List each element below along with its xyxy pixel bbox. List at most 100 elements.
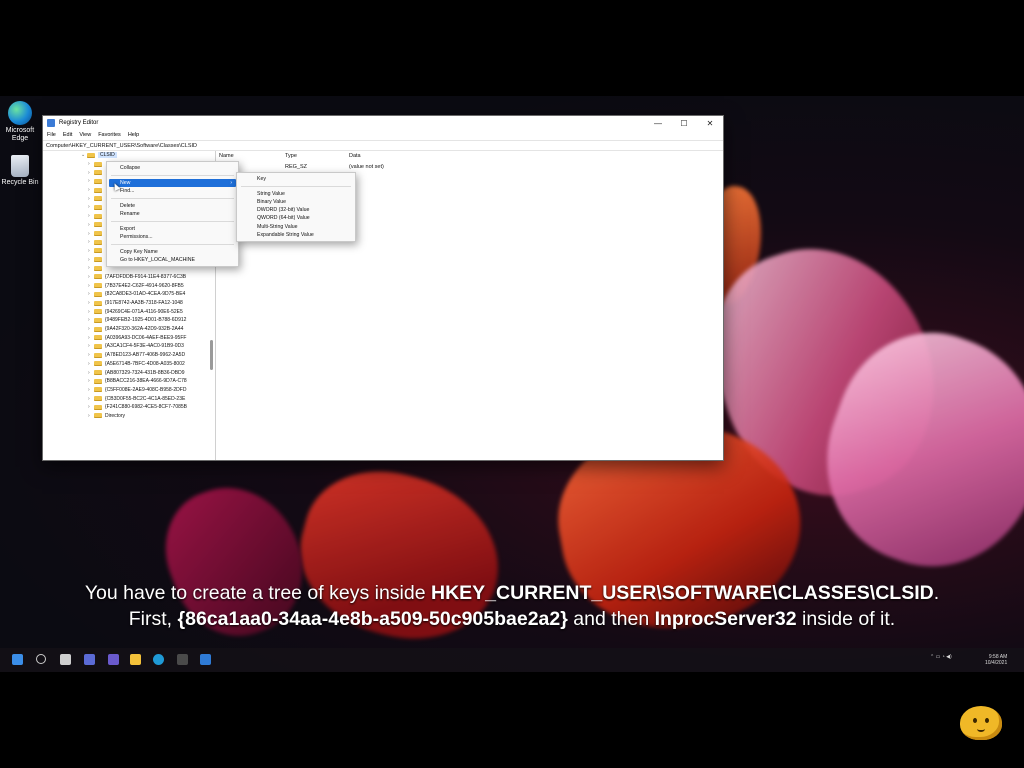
search-icon[interactable]: [36, 654, 46, 664]
folder-icon: [94, 187, 102, 193]
taskbar: ⌃ ▭ ◔ ◀) 9:58 AM 10/4/2021: [0, 648, 1024, 672]
menu-file[interactable]: File: [47, 132, 56, 138]
tray-icons[interactable]: ⌃ ▭ ◔ ◀): [930, 654, 952, 660]
address-path: Computer\HKEY_CURRENT_USER\Software\Clas…: [46, 142, 197, 149]
folder-icon: [94, 404, 102, 410]
folder-icon: [94, 257, 102, 263]
mascot-mouth: [977, 726, 985, 732]
folder-icon: [94, 387, 102, 393]
tray-clock[interactable]: 9:58 AM 10/4/2021: [985, 654, 1007, 666]
tree-node-label: {B8BACC216-38EA-4666-9D7A-C78: [105, 378, 187, 385]
menu-item-delete[interactable]: Delete: [107, 202, 238, 210]
value-data: (value not set): [349, 164, 384, 170]
folder-icon: [94, 370, 102, 376]
tree-node[interactable]: › {F241C880-6982-4CE5-8CF7-7085B: [43, 403, 215, 412]
maximize-button[interactable]: ☐: [671, 116, 697, 130]
desktop-icon-recycle-bin[interactable]: Recycle Bin: [0, 155, 40, 187]
submenu-item-dword[interactable]: DWORD (32-bit) Value: [237, 206, 355, 214]
chat-icon[interactable]: [108, 654, 119, 665]
folder-icon: [94, 326, 102, 332]
caption-text: .: [933, 582, 940, 604]
column-header-data[interactable]: Data: [349, 153, 361, 161]
submenu-item-qword[interactable]: QWORD (64-bit) Value: [237, 214, 355, 222]
value-type: REG_SZ: [285, 164, 308, 170]
tree-node[interactable]: › {CB3D0F55-BC2C-4C1A-85ED-23E: [43, 394, 215, 403]
close-button[interactable]: ✕: [697, 116, 723, 130]
submenu-item-string[interactable]: String Value: [237, 190, 355, 198]
edge-icon: [8, 101, 32, 125]
folder-icon: [94, 239, 102, 245]
submenu-item-multi-string[interactable]: Multi-String Value: [237, 223, 355, 231]
column-header-name[interactable]: Name: [219, 153, 234, 161]
menu-edit[interactable]: Edit: [63, 132, 72, 138]
menu-item-new[interactable]: New ›: [109, 178, 236, 187]
folder-icon: [94, 231, 102, 237]
tree-node-label: {94269C4E-071A-4116-90E6-52E5: [105, 308, 183, 315]
folder-icon: [94, 378, 102, 384]
menu-bar: File Edit View Favorites Help: [43, 130, 723, 140]
edge-icon[interactable]: [153, 654, 164, 665]
menu-item-rename[interactable]: Rename: [107, 210, 238, 218]
tree-node[interactable]: › {AB807329-7324-431B-8B36-DBD9: [43, 368, 215, 377]
tree-node-label: Directory: [105, 412, 126, 419]
tree-node[interactable]: › {917E8742-AA3B-7318-FA12-1048: [43, 299, 215, 308]
tree-node[interactable]: › {A3CA1CF4-5F3E-4AC0-91B9-0D3: [43, 342, 215, 351]
caption-line-1: You have to create a tree of keys inside…: [0, 580, 1024, 606]
scrollbar-thumb[interactable]: [210, 340, 213, 370]
video-caption: You have to create a tree of keys inside…: [0, 580, 1024, 632]
mascot-eye: [985, 718, 989, 723]
menu-item-find[interactable]: Find...: [107, 187, 238, 195]
submenu-item-expandable-string[interactable]: Expandable String Value: [237, 231, 355, 239]
folder-icon: [94, 283, 102, 289]
folder-icon: [94, 222, 102, 228]
tree-node-label: {9A42F320-362A-42D9-932B-2A44: [105, 326, 184, 333]
tree-node[interactable]: › {82CA8DE3-01AD-4CEA-9D75-BE4: [43, 290, 215, 299]
tree-node[interactable]: › {7B37E4E2-C62F-4914-9620-8FB5: [43, 281, 215, 290]
submenu-item-key[interactable]: Key: [237, 175, 355, 183]
menu-item-copy-key-name[interactable]: Copy Key Name: [107, 248, 238, 256]
title-bar[interactable]: Registry Editor — ☐ ✕: [43, 116, 723, 130]
tree-node[interactable]: › {9A42F320-362A-42D9-932B-2A44: [43, 325, 215, 334]
minimize-button[interactable]: —: [645, 116, 671, 130]
tree-node[interactable]: › Directory: [43, 412, 215, 421]
menu-item-export[interactable]: Export: [107, 225, 238, 233]
menu-separator: [241, 185, 351, 187]
caption-registry-path: HKEY_CURRENT_USER\SOFTWARE\CLASSES\CLSID: [431, 582, 934, 604]
folder-icon: [94, 291, 102, 297]
widgets-icon[interactable]: [84, 654, 95, 665]
desktop-icon-edge[interactable]: Microsoft Edge: [0, 101, 40, 143]
tree-node-label: {F241C880-6982-4CE5-8CF7-7085B: [105, 404, 187, 411]
tree-node[interactable]: › {9489FEB2-1925-4D01-B788-6D912: [43, 316, 215, 325]
menu-help[interactable]: Help: [128, 132, 139, 138]
tree-node[interactable]: › {B8BACC216-38EA-4666-9D7A-C78: [43, 377, 215, 386]
tree-node[interactable]: › {A5E6714B-7BFC-4D08-A035-8002: [43, 360, 215, 369]
file-explorer-icon[interactable]: [130, 654, 141, 665]
submenu-item-binary[interactable]: Binary Value: [237, 198, 355, 206]
menu-item-goto-hklm[interactable]: Go to HKEY_LOCAL_MACHINE: [107, 256, 238, 264]
tree-node-label: {917E8742-AA3B-7318-FA12-1048: [105, 300, 183, 307]
window-title: Registry Editor: [59, 120, 99, 126]
menu-favorites[interactable]: Favorites: [98, 132, 121, 138]
tree-node[interactable]: › {A0396A93-DC06-4AEF-BEE9-95FF: [43, 333, 215, 342]
tree-node[interactable]: › {7AFDFDDB-F914-11E4-8377-6C3B: [43, 273, 215, 282]
tree-node-label: {AB807329-7324-431B-8B36-DBD9: [105, 369, 185, 376]
menu-view[interactable]: View: [79, 132, 91, 138]
tree-node[interactable]: › {A78ED123-AB77-406B-9962-2A5D: [43, 351, 215, 360]
address-bar[interactable]: Computer\HKEY_CURRENT_USER\Software\Clas…: [43, 140, 723, 151]
tree-node-label: {A3CA1CF4-5F3E-4AC0-91B9-0D3: [105, 343, 184, 350]
tree-node[interactable]: › {C5FF008E-2AE9-408C-B958-2DFD: [43, 386, 215, 395]
tree-node[interactable]: › {94269C4E-071A-4116-90E6-52E5: [43, 307, 215, 316]
context-menu: Collapse New › Find... Delete Rename Exp…: [106, 161, 239, 268]
menu-separator: [111, 243, 234, 245]
menu-item-label: New: [120, 179, 131, 186]
folder-icon: [94, 204, 102, 210]
start-icon[interactable]: [12, 654, 23, 665]
tree-node-clsid[interactable]: ⌄ CLSID: [43, 151, 215, 160]
menu-item-permissions[interactable]: Permissions...: [107, 233, 238, 241]
registry-editor-icon[interactable]: [200, 654, 211, 665]
menu-item-collapse[interactable]: Collapse: [107, 164, 238, 172]
task-view-icon[interactable]: [60, 654, 71, 665]
folder-icon: [94, 161, 102, 167]
column-header-type[interactable]: Type: [285, 153, 297, 161]
store-icon[interactable]: [177, 654, 188, 665]
